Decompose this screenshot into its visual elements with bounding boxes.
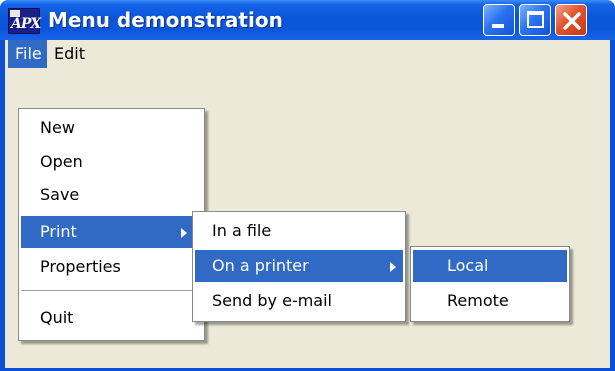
print-submenu: In a file On a printer Send by e-mail (192, 211, 406, 322)
menu-item-properties[interactable]: Properties (21, 251, 202, 283)
menu-item-remote[interactable]: Remote (413, 285, 567, 317)
menu-item-in-a-file[interactable]: In a file (195, 215, 403, 247)
menu-bar: File Edit (5, 40, 610, 68)
menubar-file[interactable]: File (8, 40, 47, 68)
menu-item-on-a-printer-label: On a printer (212, 256, 309, 275)
submenu-arrow-icon (181, 228, 187, 238)
menu-item-local[interactable]: Local (413, 250, 567, 282)
close-icon (563, 12, 581, 30)
menu-item-send-by-email[interactable]: Send by e-mail (195, 285, 403, 317)
maximize-button[interactable] (519, 4, 551, 36)
menu-item-quit[interactable]: Quit (21, 302, 202, 334)
title-bar[interactable]: APX Menu demonstration (0, 0, 615, 40)
maximize-icon (527, 11, 544, 28)
menu-item-new[interactable]: New (21, 112, 202, 144)
menu-item-open[interactable]: Open (21, 146, 202, 178)
menu-item-print[interactable]: Print (21, 216, 202, 248)
menubar-edit[interactable]: Edit (47, 40, 91, 68)
minimize-button[interactable] (483, 4, 515, 36)
app-icon-letters: APX (11, 16, 41, 32)
window-title: Menu demonstration (48, 8, 283, 32)
app-window: APX Menu demonstration File Edit New Ope… (0, 0, 615, 371)
app-icon[interactable]: APX (8, 8, 41, 34)
menu-item-print-label: Print (40, 222, 77, 241)
printer-submenu: Local Remote (410, 246, 570, 322)
menu-separator (21, 290, 202, 291)
minimize-icon (492, 24, 504, 28)
menu-item-on-a-printer[interactable]: On a printer (195, 250, 403, 282)
menu-item-save[interactable]: Save (21, 179, 202, 211)
file-menu: New Open Save Print Properties Quit (18, 108, 205, 341)
close-button[interactable] (555, 4, 587, 36)
submenu-arrow-icon (390, 262, 396, 272)
